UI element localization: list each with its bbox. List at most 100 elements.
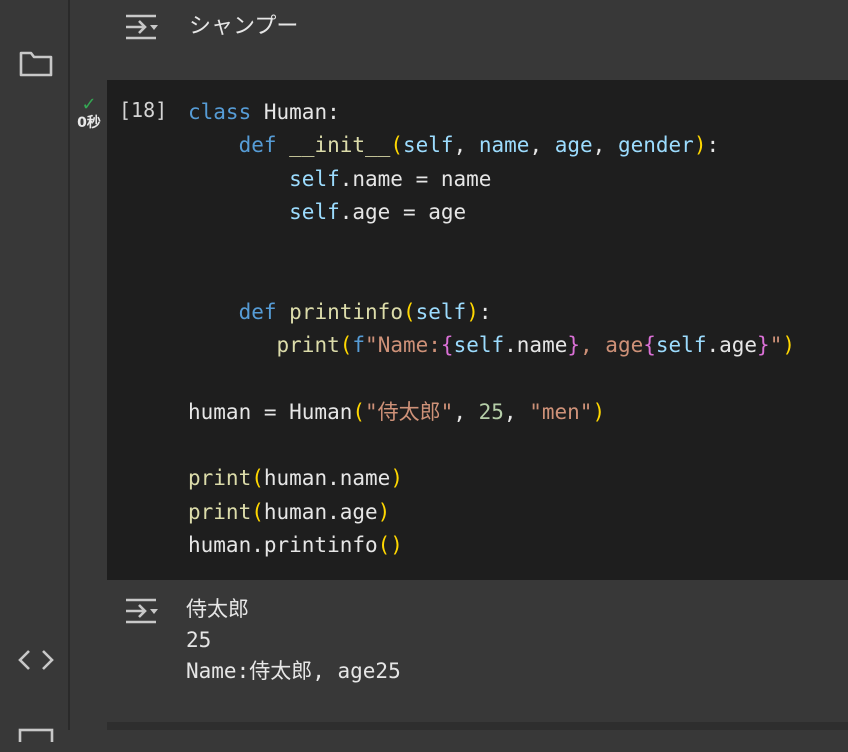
code-token: (	[251, 499, 264, 524]
code-token: ,	[529, 133, 555, 158]
code-token: f	[352, 333, 366, 358]
code-token: .name = name	[339, 166, 492, 191]
cell-output: 侍太郎 25 Name:侍太郎, age25	[107, 580, 848, 730]
code-token: self	[402, 133, 454, 158]
code-token: )	[390, 466, 403, 491]
next-cell-edge	[107, 722, 848, 730]
code-line[interactable]: print(human.age)	[188, 496, 795, 529]
code-token: ,	[453, 133, 479, 158]
code-token: )	[592, 399, 606, 424]
output-line: Name:侍太郎, age25	[186, 659, 401, 683]
check-icon: ✓	[81, 94, 97, 115]
output-text: シャンプー	[189, 14, 299, 39]
code-token: .age	[706, 333, 758, 358]
output-line: 25	[186, 628, 212, 652]
terminal-icon[interactable]	[16, 712, 56, 752]
code-token: __init__	[289, 133, 391, 158]
code-line[interactable]: def printinfo(self):	[188, 296, 795, 329]
code-line[interactable]	[188, 229, 795, 262]
code-icon[interactable]	[16, 640, 56, 680]
code-token: self	[415, 299, 467, 324]
code-token: human = Human	[188, 399, 353, 424]
code-token: )	[466, 299, 479, 324]
code-token: Human	[263, 100, 328, 124]
code-token: {	[643, 333, 656, 358]
code-token: human.age	[263, 499, 378, 524]
code-line[interactable]	[188, 362, 795, 395]
code-token: gender	[617, 133, 694, 158]
code-token: (	[390, 133, 403, 158]
code-token: :	[478, 299, 492, 324]
code-token: self	[655, 333, 707, 358]
code-token: }	[757, 333, 770, 358]
code-line[interactable]: human = Human("侍太郎", 25, "men")	[188, 396, 795, 429]
code-editor[interactable]: class Human: def __init__(self, name, ag…	[188, 96, 795, 562]
code-token: {	[440, 333, 454, 358]
output-line: 侍太郎	[186, 597, 249, 621]
code-token: )	[693, 133, 707, 158]
code-token: age	[554, 133, 593, 158]
code-line[interactable]: class Human:	[188, 96, 795, 129]
code-token: (	[352, 399, 366, 424]
output-lines: 侍太郎 25 Name:侍太郎, age25	[186, 594, 401, 687]
code-token: 25	[478, 399, 504, 424]
code-line[interactable]: human.printinfo()	[188, 529, 795, 562]
code-line[interactable]: print(f"Name:{self.name}, age{self.age}"…	[188, 329, 796, 362]
code-token: )	[377, 499, 391, 524]
code-token: self	[453, 333, 505, 358]
code-line[interactable]: self.age = age	[188, 196, 795, 229]
execution-time: 0秒	[77, 115, 101, 131]
code-token: print	[188, 499, 252, 524]
code-token: printinfo	[289, 299, 403, 324]
code-token: ,	[503, 399, 530, 424]
code-token: human.printinfo	[188, 532, 378, 557]
code-token: .name	[504, 333, 568, 358]
code-token: .age = age	[339, 199, 467, 224]
code-token: :	[706, 133, 720, 158]
code-cell[interactable]: [18] class Human: def __init__(self, nam…	[107, 80, 848, 580]
code-line[interactable]: print(human.name)	[188, 462, 795, 495]
folder-icon[interactable]	[16, 43, 56, 83]
code-token: "	[769, 333, 783, 358]
code-token: }	[567, 333, 581, 358]
code-token: "Name:	[365, 333, 441, 358]
output-toggle-icon[interactable]	[123, 10, 161, 48]
output-toggle-icon[interactable]	[123, 594, 161, 632]
code-token: name	[478, 133, 530, 158]
code-token: def	[238, 299, 277, 324]
code-token: :	[327, 100, 340, 124]
code-line[interactable]: self.name = name	[188, 163, 795, 196]
code-line[interactable]	[188, 429, 795, 462]
code-line[interactable]: def __init__(self, name, age, gender):	[188, 129, 795, 162]
code-token: def	[238, 133, 277, 158]
left-sidebar	[0, 0, 70, 742]
code-token: print	[188, 466, 252, 491]
code-line[interactable]	[188, 262, 795, 295]
code-token: ,	[592, 133, 618, 158]
code-token: print	[276, 333, 340, 358]
code-token: ,	[453, 399, 479, 424]
previous-cell-output: シャンプー	[107, 0, 848, 80]
code-token: human.name	[263, 466, 391, 491]
code-token: (	[402, 299, 416, 324]
code-token: ()	[377, 532, 403, 557]
code-token: "侍太郎"	[365, 399, 454, 424]
code-token: )	[782, 333, 796, 358]
code-token: , age	[580, 333, 644, 358]
code-token: class	[188, 100, 252, 124]
code-token: self	[289, 199, 340, 224]
code-token: "men"	[529, 399, 593, 424]
code-token: (	[251, 466, 264, 491]
cell-status: ✓ 0秒	[72, 96, 106, 132]
code-token: self	[289, 166, 340, 191]
code-token: (	[339, 333, 353, 358]
execution-count: [18]	[119, 98, 168, 122]
